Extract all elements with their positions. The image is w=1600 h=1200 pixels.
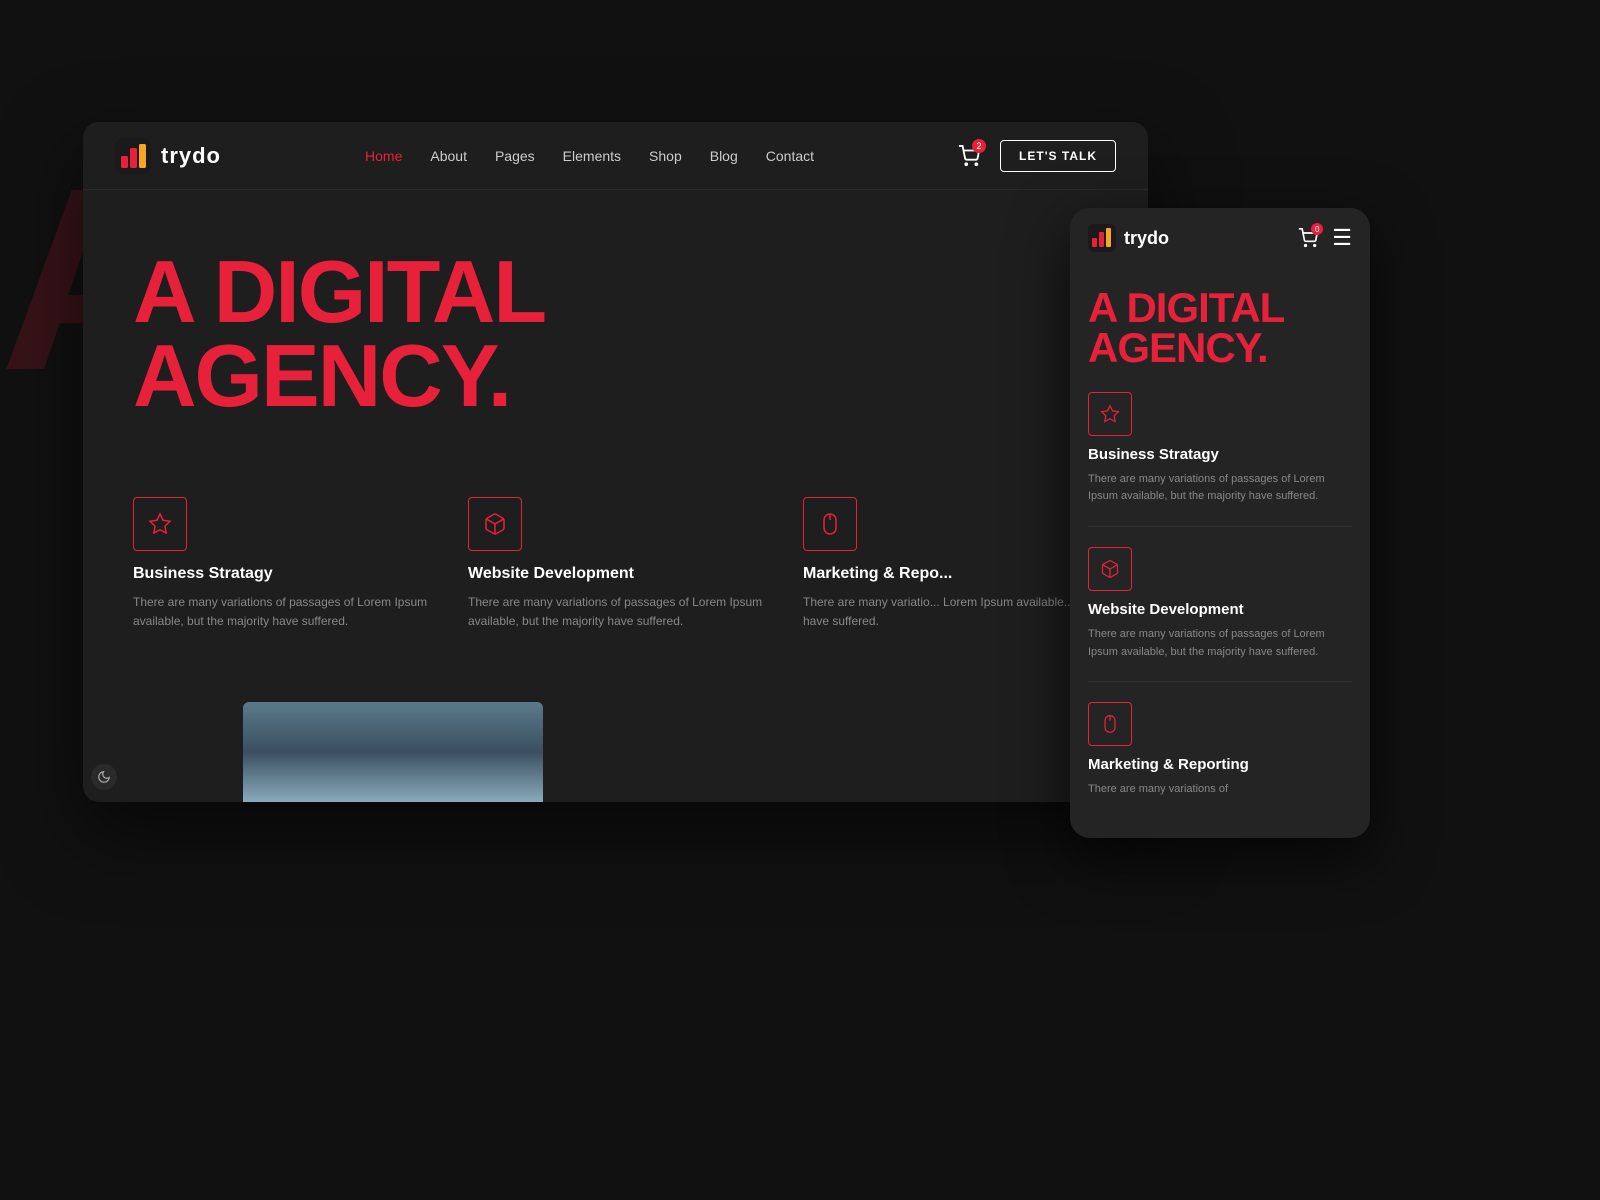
nav-link-contact[interactable]: Contact: [766, 148, 814, 164]
mouse-icon: [818, 512, 842, 536]
desktop-service-desc-2: There are many variations of passages of…: [468, 593, 763, 631]
mobile-hero-title: A DIGITAL AGENCY.: [1088, 288, 1352, 368]
desktop-service-title-1: Business Stratagy: [133, 565, 428, 583]
desktop-nav-right: 2 LET'S TALK: [958, 140, 1116, 172]
desktop-service-card-2: Website Development There are many varia…: [468, 497, 763, 631]
mobile-service-desc-2: There are many variations of passages of…: [1088, 626, 1352, 661]
desktop-service-card-1: Business Stratagy There are many variati…: [133, 497, 428, 631]
desktop-service-card-3: Marketing & Repo... There are many varia…: [803, 497, 1098, 631]
desktop-service-title-3: Marketing & Repo...: [803, 565, 1098, 583]
mobile-service-desc-1: There are many variations of passages of…: [1088, 471, 1352, 506]
moon-icon: [97, 770, 111, 784]
mobile-service-item-2: Website Development There are many varia…: [1088, 547, 1352, 682]
mobile-service-title-3: Marketing & Reporting: [1088, 756, 1352, 773]
desktop-hero-image: [243, 702, 543, 802]
mobile-services-list[interactable]: Business Stratagy There are many variati…: [1070, 384, 1370, 838]
mobile-service-item-3: Marketing & Reporting There are many var…: [1088, 702, 1352, 819]
mobile-cart-badge: 0: [1311, 223, 1323, 235]
desktop-logo-text: trydo: [161, 143, 221, 169]
mobile-service-icon-2: [1088, 547, 1132, 591]
desktop-cart-button[interactable]: 2: [958, 145, 980, 167]
star-icon: [148, 512, 172, 536]
hamburger-icon[interactable]: ☰: [1332, 225, 1352, 251]
desktop-nav-links: Home About Pages Elements Shop Blog Cont…: [365, 148, 814, 164]
mobile-service-title-1: Business Stratagy: [1088, 446, 1352, 463]
desktop-hero-section: A DIGITAL AGENCY.: [83, 190, 1148, 457]
mobile-box-icon: [1100, 559, 1120, 579]
nav-link-home[interactable]: Home: [365, 148, 402, 164]
mobile-logo[interactable]: trydo: [1088, 224, 1169, 252]
mobile-nav-right: 0 ☰: [1298, 225, 1352, 251]
desktop-service-title-2: Website Development: [468, 565, 763, 583]
desktop-service-icon-2: [468, 497, 522, 551]
mobile-logo-icon: [1088, 224, 1116, 252]
logo-icon: [115, 138, 151, 174]
desktop-browser-mockup: trydo Home About Pages Elements Shop Blo…: [83, 122, 1148, 802]
mobile-mouse-icon: [1100, 714, 1120, 734]
box-icon: [483, 512, 507, 536]
theme-toggle-button[interactable]: [91, 764, 117, 790]
desktop-hero-title: A DIGITAL AGENCY.: [133, 250, 1098, 417]
mobile-star-icon: [1100, 404, 1120, 424]
desktop-hero-image-inner: [243, 702, 543, 802]
nav-link-pages[interactable]: Pages: [495, 148, 535, 164]
desktop-nav: trydo Home About Pages Elements Shop Blo…: [83, 122, 1148, 190]
lets-talk-button[interactable]: LET'S TALK: [1000, 140, 1116, 172]
desktop-service-icon-3: [803, 497, 857, 551]
nav-link-elements[interactable]: Elements: [563, 148, 621, 164]
desktop-service-desc-1: There are many variations of passages of…: [133, 593, 428, 631]
mobile-service-desc-3: There are many variations of: [1088, 781, 1352, 799]
desktop-service-desc-3: There are many variatio... Lorem Ipsum a…: [803, 593, 1098, 631]
desktop-cart-badge: 2: [972, 139, 986, 153]
mobile-nav: trydo 0 ☰: [1070, 208, 1370, 268]
nav-link-about[interactable]: About: [430, 148, 467, 164]
mobile-service-title-2: Website Development: [1088, 601, 1352, 618]
mobile-mockup: trydo 0 ☰ A DIGITAL AGENCY.: [1070, 208, 1370, 838]
mobile-service-icon-3: [1088, 702, 1132, 746]
desktop-logo[interactable]: trydo: [115, 138, 221, 174]
mobile-hero-section: A DIGITAL AGENCY.: [1070, 268, 1370, 384]
mobile-service-item-1: Business Stratagy There are many variati…: [1088, 392, 1352, 527]
desktop-services-row: Business Stratagy There are many variati…: [83, 457, 1148, 631]
mobile-cart-button[interactable]: 0: [1298, 228, 1318, 248]
mobile-logo-text: trydo: [1124, 228, 1169, 249]
nav-link-blog[interactable]: Blog: [710, 148, 738, 164]
nav-link-shop[interactable]: Shop: [649, 148, 682, 164]
desktop-service-icon-1: [133, 497, 187, 551]
mobile-service-icon-1: [1088, 392, 1132, 436]
